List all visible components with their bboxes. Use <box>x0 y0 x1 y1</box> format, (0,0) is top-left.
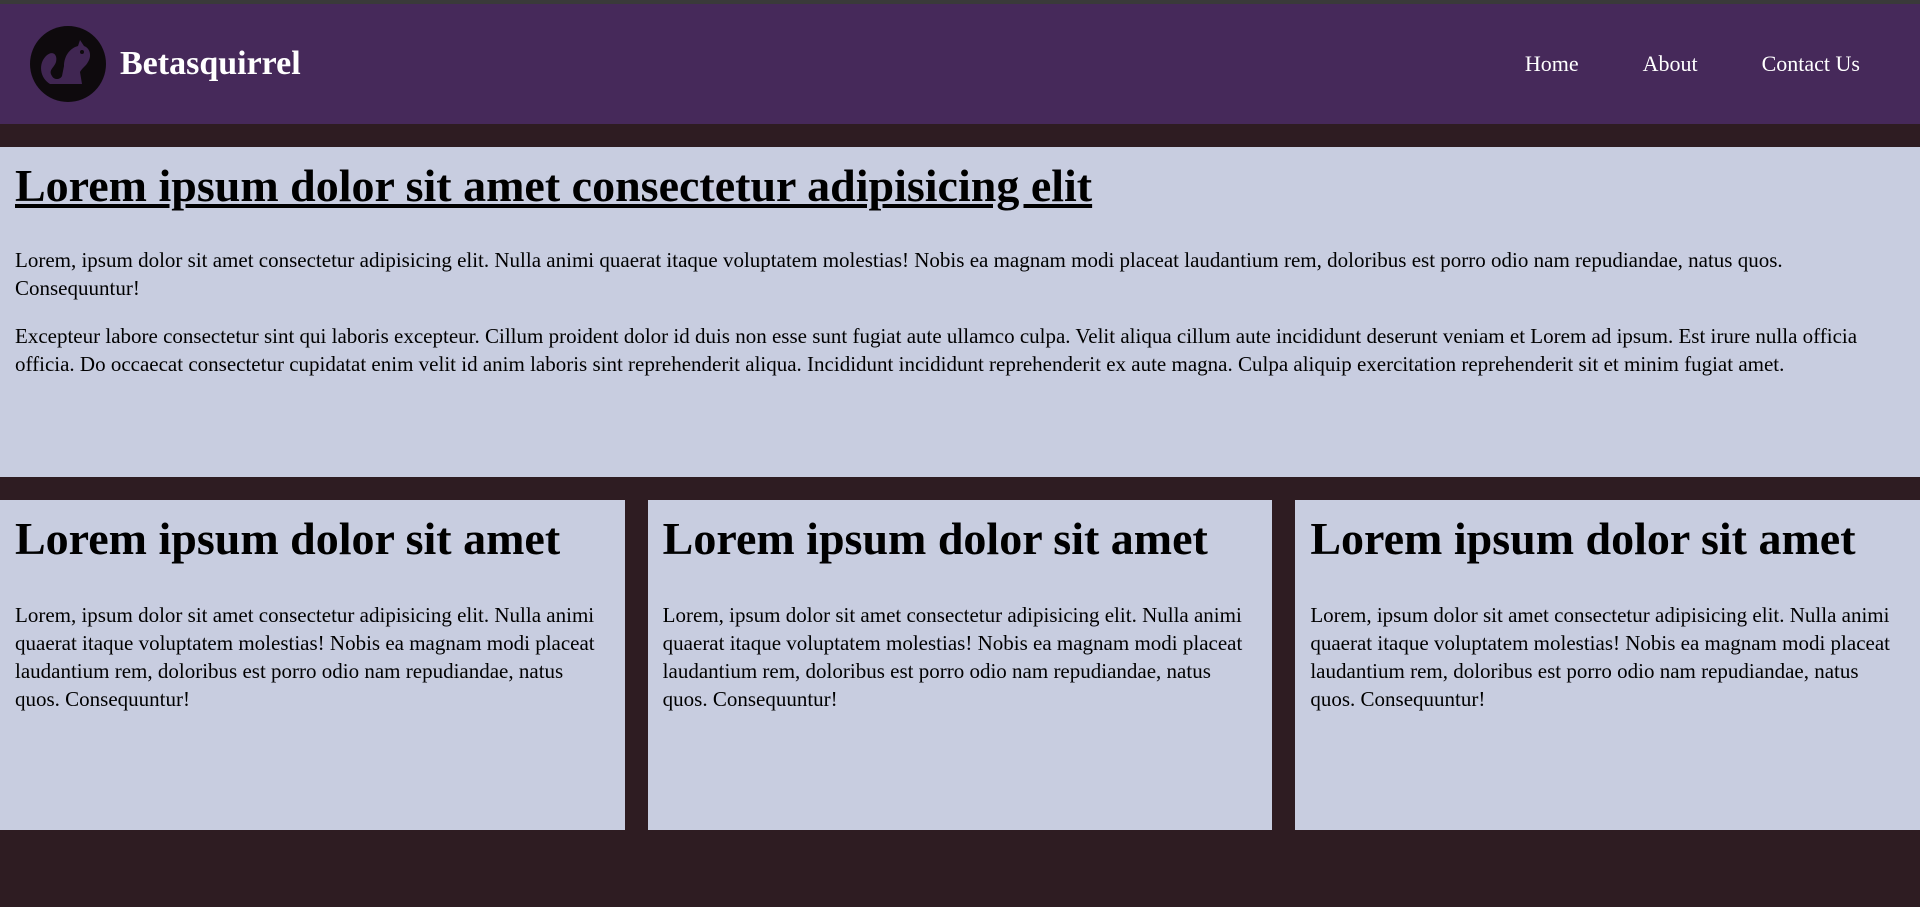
brand-name: Betasquirrel <box>120 45 301 82</box>
card: Lorem ipsum dolor sit amet Lorem, ipsum … <box>647 500 1273 830</box>
card: Lorem ipsum dolor sit amet Lorem, ipsum … <box>0 500 625 830</box>
hero-section: Lorem ipsum dolor sit amet consectetur a… <box>0 147 1920 477</box>
nav-about-link[interactable]: About <box>1611 51 1730 77</box>
card-title: Lorem ipsum dolor sit amet <box>15 513 561 564</box>
card-text: Lorem, ipsum dolor sit amet consectetur … <box>15 602 595 711</box>
card-title: Lorem ipsum dolor sit amet <box>662 513 1208 564</box>
nav-contact-link[interactable]: Contact Us <box>1730 51 1892 77</box>
cards-row: Lorem ipsum dolor sit amet Lorem, ipsum … <box>0 500 1920 830</box>
main-nav: Home About Contact Us <box>1493 51 1892 77</box>
card: Lorem ipsum dolor sit amet Lorem, ipsum … <box>1295 500 1920 830</box>
squirrel-logo-icon <box>30 26 106 102</box>
hero-title: Lorem ipsum dolor sit amet consectetur a… <box>15 160 1093 211</box>
card-text: Lorem, ipsum dolor sit amet consectetur … <box>662 602 1243 711</box>
site-header: Betasquirrel Home About Contact Us <box>0 4 1920 124</box>
card-text: Lorem, ipsum dolor sit amet consectetur … <box>1310 602 1890 711</box>
hero-paragraph-1: Lorem, ipsum dolor sit amet consectetur … <box>15 247 1783 300</box>
brand[interactable]: Betasquirrel <box>30 26 301 102</box>
nav-home-link[interactable]: Home <box>1493 51 1611 77</box>
card-title: Lorem ipsum dolor sit amet <box>1310 513 1856 564</box>
hero-paragraph-2: Excepteur labore consectetur sint qui la… <box>15 323 1858 376</box>
